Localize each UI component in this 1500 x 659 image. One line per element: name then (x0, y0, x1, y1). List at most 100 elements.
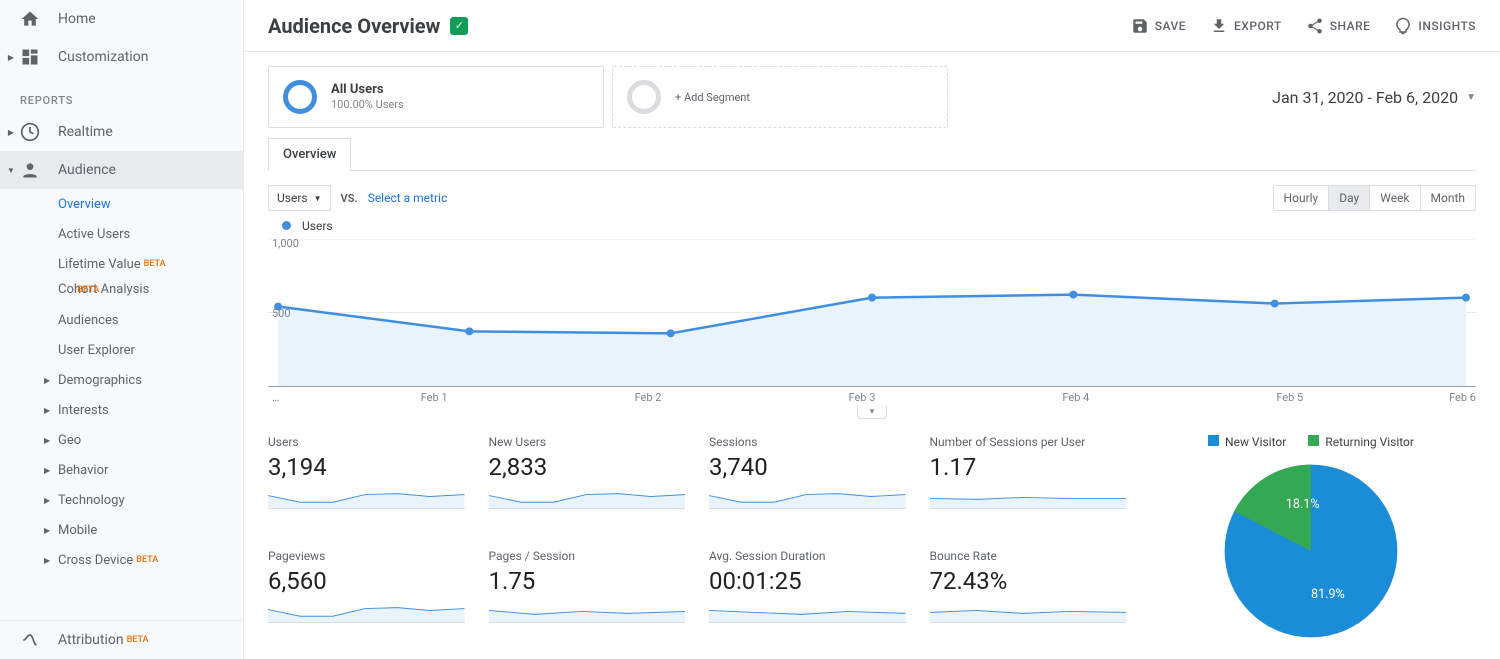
sidebar-sub-user-explorer[interactable]: User Explorer (58, 335, 243, 365)
pie-legend-new: New Visitor (1225, 435, 1286, 449)
vs-label: VS. (341, 192, 358, 205)
sparkline-icon (268, 599, 465, 623)
metric-avg-duration[interactable]: Avg. Session Duration 00:01:25 (709, 549, 906, 641)
metric-pageviews[interactable]: Pageviews 6,560 (268, 549, 465, 641)
metric-value: 2,833 (489, 453, 686, 481)
insights-button[interactable]: INSIGHTS (1394, 17, 1476, 35)
metric-label: Pages / Session (489, 549, 686, 563)
sidebar-sub-mobile[interactable]: ▶Mobile (58, 515, 243, 545)
x-tick: Feb 1 (334, 391, 534, 404)
sidebar-audience-label: Audience (58, 162, 116, 178)
segment-subtitle: 100.00% Users (331, 98, 404, 111)
save-label: SAVE (1155, 19, 1186, 33)
metric-label: Pageviews (268, 549, 465, 563)
y-tick: 1,000 (272, 237, 299, 250)
chart-controls: Users ▼ VS. Select a metric Hourly Day W… (268, 185, 1476, 211)
metric-label: Avg. Session Duration (709, 549, 906, 563)
sidebar-attribution[interactable]: Attribution BETA (0, 621, 243, 659)
sidebar-home[interactable]: Home (0, 0, 243, 38)
sidebar-sub-interests[interactable]: ▶Interests (58, 395, 243, 425)
verified-shield-icon: ✓ (450, 17, 468, 35)
sidebar-sub-label: Geo (58, 433, 81, 448)
period-buttons: Hourly Day Week Month (1273, 185, 1476, 211)
segment-all-users[interactable]: All Users 100.00% Users (268, 66, 604, 128)
metric-pages-session[interactable]: Pages / Session 1.75 (489, 549, 686, 641)
metric-value: 1.17 (930, 453, 1127, 481)
metric-bounce-rate[interactable]: Bounce Rate 72.43% (930, 549, 1127, 641)
sidebar-sub-label: Mobile (58, 523, 97, 538)
sidebar-sub-lifetime-value[interactable]: Lifetime ValueBETA (58, 249, 243, 279)
sidebar-sub-overview[interactable]: Overview (58, 189, 243, 219)
sidebar-sub-label: User Explorer (58, 343, 135, 358)
sidebar-realtime-label: Realtime (58, 124, 113, 140)
sparkline-icon (930, 485, 1127, 509)
dropdown-caret-icon: ▼ (314, 194, 322, 203)
metric-label: New Users (489, 435, 686, 449)
segment-add[interactable]: + Add Segment (612, 66, 948, 128)
period-week[interactable]: Week (1370, 186, 1420, 210)
metric-selector[interactable]: Users ▼ (268, 185, 331, 211)
attribution-icon (20, 630, 40, 650)
beta-badge: BETA (77, 285, 99, 295)
segments-row: All Users 100.00% Users + Add Segment Ja… (268, 66, 1476, 128)
sidebar-sub-audiences[interactable]: Audiences (58, 305, 243, 335)
sparkline-icon (709, 599, 906, 623)
sidebar-sub-label: Active Users (58, 227, 130, 242)
period-hourly[interactable]: Hourly (1274, 186, 1330, 210)
share-label: SHARE (1330, 19, 1371, 33)
chart-expand-handle[interactable]: ▾ (857, 405, 887, 419)
select-metric-link[interactable]: Select a metric (368, 191, 448, 205)
sidebar-realtime[interactable]: Realtime (0, 113, 243, 151)
sidebar-sub-demographics[interactable]: ▶Demographics (58, 365, 243, 395)
pie-slice-new-label: 81.9% (1311, 587, 1345, 602)
metrics-grid: Users 3,194 New Users 2,833 Sessions 3,7… (268, 435, 1126, 641)
export-button[interactable]: EXPORT (1210, 17, 1282, 35)
sidebar-sub-label: Interests (58, 403, 109, 418)
chart-legend-label: Users (302, 219, 333, 233)
beta-badge: BETA (136, 555, 158, 565)
share-button[interactable]: SHARE (1306, 17, 1371, 35)
legend-dot-icon (282, 221, 291, 230)
save-button[interactable]: SAVE (1131, 17, 1186, 35)
add-segment-label: + Add Segment (675, 91, 750, 104)
period-day[interactable]: Day (1329, 186, 1370, 210)
metric-value: 6,560 (268, 567, 465, 595)
metric-value: 72.43% (930, 567, 1127, 595)
sidebar-audience[interactable]: Audience (0, 151, 243, 189)
sidebar-sub-label: Cohort Analysis (58, 282, 149, 297)
pie-slice-returning-label: 18.1% (1286, 497, 1320, 512)
tab-row: Overview (268, 138, 1476, 171)
sidebar-sub-cohort[interactable]: Cohort AnalysisBETA (58, 279, 243, 305)
date-range-picker[interactable]: Jan 31, 2020 - Feb 6, 2020 ▼ (1272, 88, 1476, 107)
segment-ring-icon (627, 80, 661, 114)
metric-label: Bounce Rate (930, 549, 1127, 563)
sparkline-icon (709, 485, 906, 509)
line-chart-svg (268, 239, 1476, 386)
pie-legend: New Visitor Returning Visitor (1208, 435, 1414, 449)
sidebar-sub-geo[interactable]: ▶Geo (58, 425, 243, 455)
metric-sessions-per-user[interactable]: Number of Sessions per User 1.17 (930, 435, 1127, 527)
person-icon (20, 160, 40, 180)
export-label: EXPORT (1234, 19, 1282, 33)
metric-new-users[interactable]: New Users 2,833 (489, 435, 686, 527)
dropdown-caret-icon: ▼ (1466, 92, 1476, 103)
main-line-chart: 1,000 500 (268, 239, 1476, 387)
sidebar-sub-label: Technology (58, 493, 125, 508)
insights-label: INSIGHTS (1418, 19, 1476, 33)
sidebar-sub-cross-device[interactable]: ▶Cross DeviceBETA (58, 545, 243, 575)
sidebar-sub-active-users[interactable]: Active Users (58, 219, 243, 249)
period-month[interactable]: Month (1421, 186, 1475, 210)
sidebar-sub-behavior[interactable]: ▶Behavior (58, 455, 243, 485)
metric-users[interactable]: Users 3,194 (268, 435, 465, 527)
metric-sessions[interactable]: Sessions 3,740 (709, 435, 906, 527)
sidebar-customization[interactable]: Customization (0, 38, 243, 76)
legend-swatch-icon (1308, 435, 1319, 446)
sidebar-sub-technology[interactable]: ▶Technology (58, 485, 243, 515)
sparkline-icon (489, 485, 686, 509)
page-header: Audience Overview ✓ SAVE EXPORT SHARE (244, 0, 1500, 52)
metric-value: 00:01:25 (709, 567, 906, 595)
tab-overview[interactable]: Overview (268, 138, 351, 171)
sidebar-sub-label: Behavior (58, 463, 108, 478)
customization-icon (20, 47, 40, 67)
metric-selector-label: Users (277, 191, 308, 205)
